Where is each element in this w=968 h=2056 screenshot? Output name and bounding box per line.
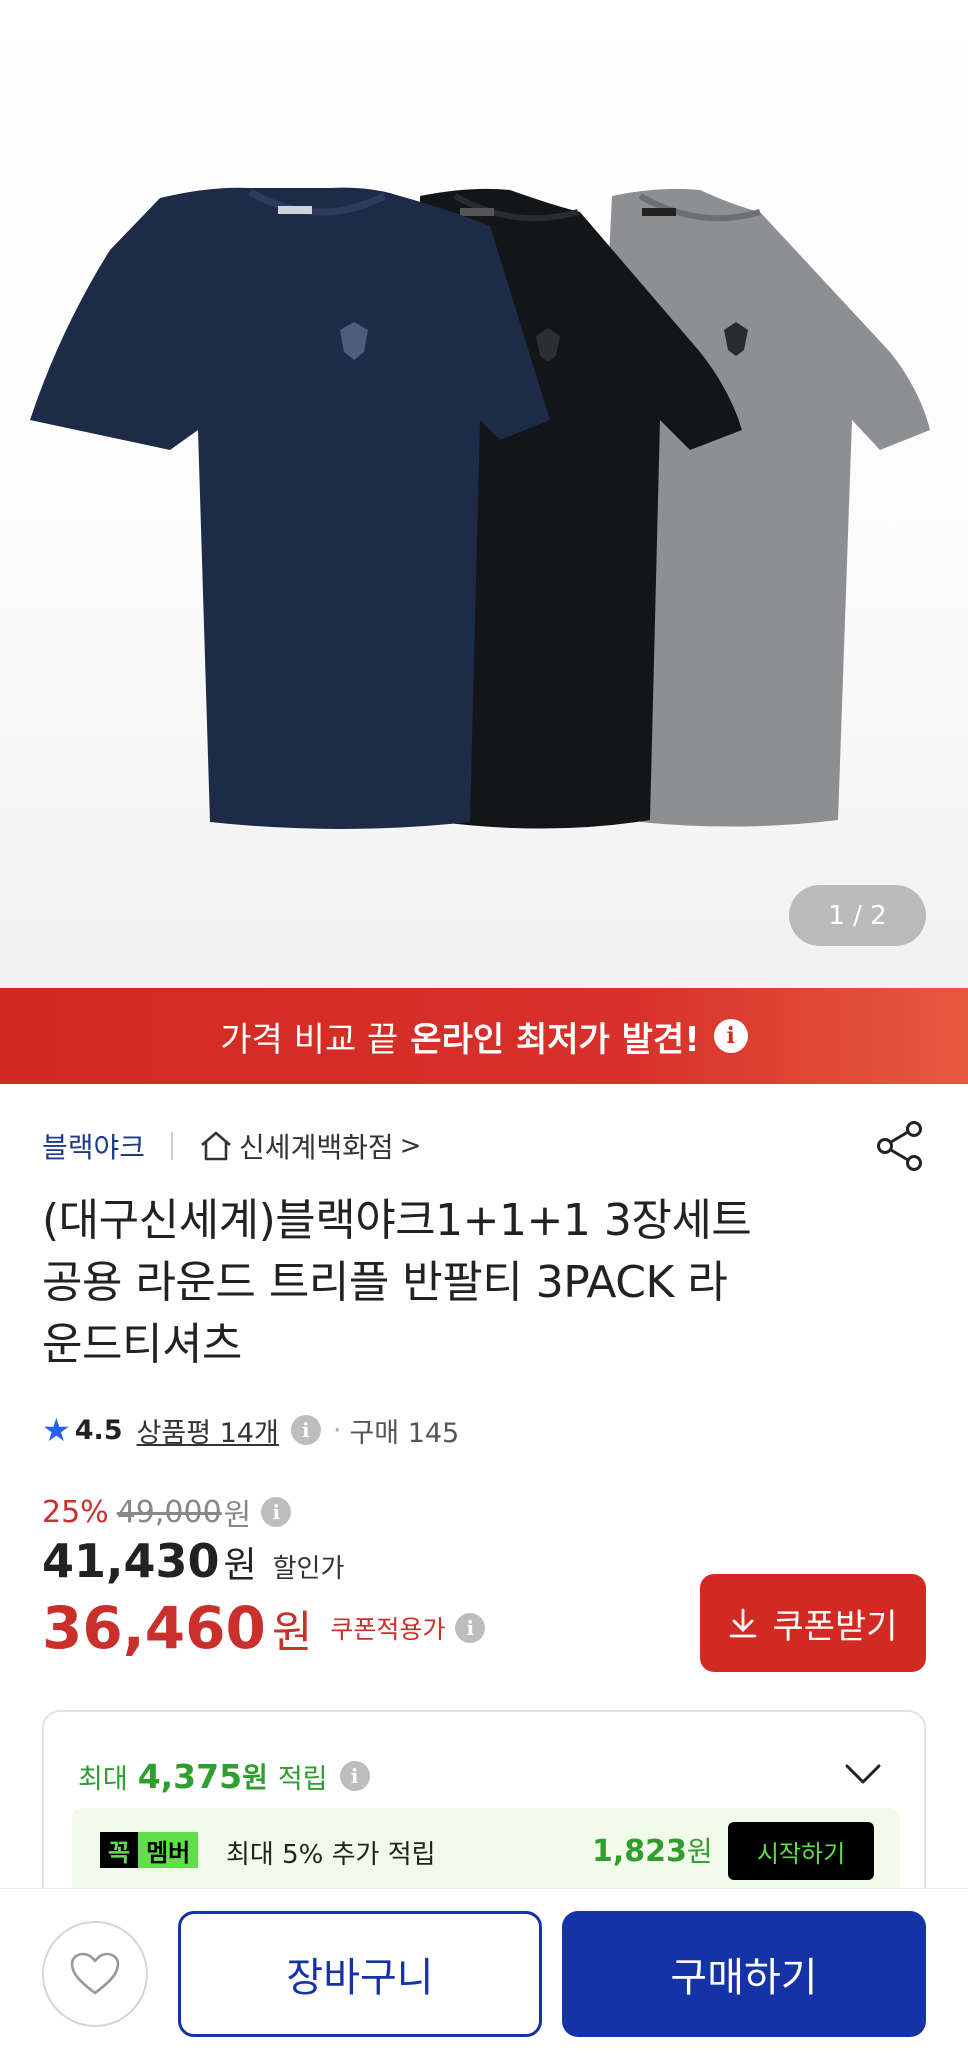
store-name: 신세계백화점 (239, 1131, 394, 1164)
star-icon: ★ (42, 1411, 71, 1449)
info-icon[interactable]: i (455, 1613, 486, 1643)
product-title: (대구신세계)블랙야크1+1+1 3장세트 공용 라운드 트리플 반팔티 3PA… (42, 1190, 912, 1376)
rewards-prefix: 최대 (78, 1763, 128, 1795)
discount-percent: 25% (42, 1494, 109, 1530)
membership-amount: 1,823 (592, 1834, 687, 1869)
info-icon[interactable]: i (339, 1761, 370, 1791)
membership-badge: 꼭 멤버 (100, 1832, 199, 1868)
badge-left: 꼭 (100, 1832, 139, 1868)
rewards-suffix: 적립 (277, 1763, 328, 1795)
share-icon[interactable] (876, 1120, 926, 1172)
membership-text: 최대 5% 추가 적립 (226, 1840, 436, 1870)
discount-row: 25% 49,000 원 i (42, 1490, 292, 1534)
sale-price-row: 41,430 원 할인가 (42, 1534, 344, 1588)
reviews-link[interactable]: 상품평 14개 (137, 1411, 279, 1450)
seller-row: 블랙야크 신세계백화점 > (42, 1124, 421, 1168)
membership-amount-wrap: 1,823원 (592, 1830, 713, 1870)
membership-unit: 원 (686, 1835, 713, 1868)
rewards-summary[interactable]: 최대 4,375 원 적립 i (78, 1756, 370, 1796)
info-icon[interactable]: i (290, 1415, 321, 1445)
banner-text: 가격 비교 끝 (220, 1019, 399, 1060)
brand-link[interactable]: 블랙야크 (42, 1126, 145, 1166)
get-coupon-label: 쿠폰받기 (772, 1607, 898, 1646)
store-link[interactable]: 신세계백화점 > (199, 1126, 421, 1166)
image-page-indicator: 1 / 2 (789, 885, 926, 946)
info-icon[interactable]: i (713, 1019, 748, 1053)
lowest-price-banner[interactable]: 가격 비교 끝 온라인 최저가 발견! i (0, 988, 968, 1084)
rewards-amount: 4,375 (137, 1756, 243, 1796)
original-price-unit: 원 (223, 1498, 252, 1533)
sale-price-label: 할인가 (272, 1554, 345, 1584)
original-price: 49,000 (116, 1494, 222, 1530)
coupon-price-row: 36,460 원 쿠폰적용가 i (42, 1594, 486, 1662)
separator: · (332, 1414, 342, 1446)
add-to-cart-button[interactable]: 장바구니 (178, 1911, 542, 2037)
get-coupon-button[interactable]: 쿠폰받기 (700, 1574, 926, 1672)
title-line: (대구신세계)블랙야크1+1+1 3장세트 (42, 1195, 752, 1246)
home-icon (201, 1131, 231, 1161)
rating-score: 4.5 (74, 1414, 123, 1446)
sale-price-unit: 원 (223, 1545, 257, 1586)
coupon-price-unit: 원 (271, 1607, 313, 1658)
product-image-gallery[interactable]: 1 / 2 (0, 0, 968, 988)
heart-icon (70, 1952, 120, 1995)
buy-now-button[interactable]: 구매하기 (562, 1911, 926, 2037)
start-membership-button[interactable]: 시작하기 (728, 1822, 874, 1880)
download-icon (730, 1608, 757, 1638)
purchase-count: 구매 145 (349, 1417, 460, 1449)
chevron-down-icon[interactable] (844, 1762, 882, 1786)
bottom-action-bar: 장바구니 구매하기 (0, 1888, 968, 2056)
rewards-unit: 원 (242, 1761, 268, 1794)
info-icon[interactable]: i (261, 1497, 292, 1527)
title-line: 운드티셔츠 (42, 1319, 242, 1370)
badge-right: 멤버 (138, 1832, 199, 1868)
coupon-price: 36,460 (42, 1594, 266, 1662)
title-line: 공용 라운드 트리플 반팔티 3PACK 라 (42, 1257, 728, 1308)
rating-row: ★ 4.5 상품평 14개 i · 구매 145 (42, 1408, 459, 1452)
sale-price: 41,430 (42, 1534, 220, 1588)
wishlist-button[interactable] (42, 1921, 148, 2027)
chevron-right-icon: > (399, 1131, 422, 1161)
divider (171, 1132, 174, 1160)
product-photo (30, 187, 930, 829)
coupon-price-label: 쿠폰적용가 (330, 1615, 446, 1644)
banner-highlight: 온라인 최저가 발견! (410, 1019, 700, 1060)
